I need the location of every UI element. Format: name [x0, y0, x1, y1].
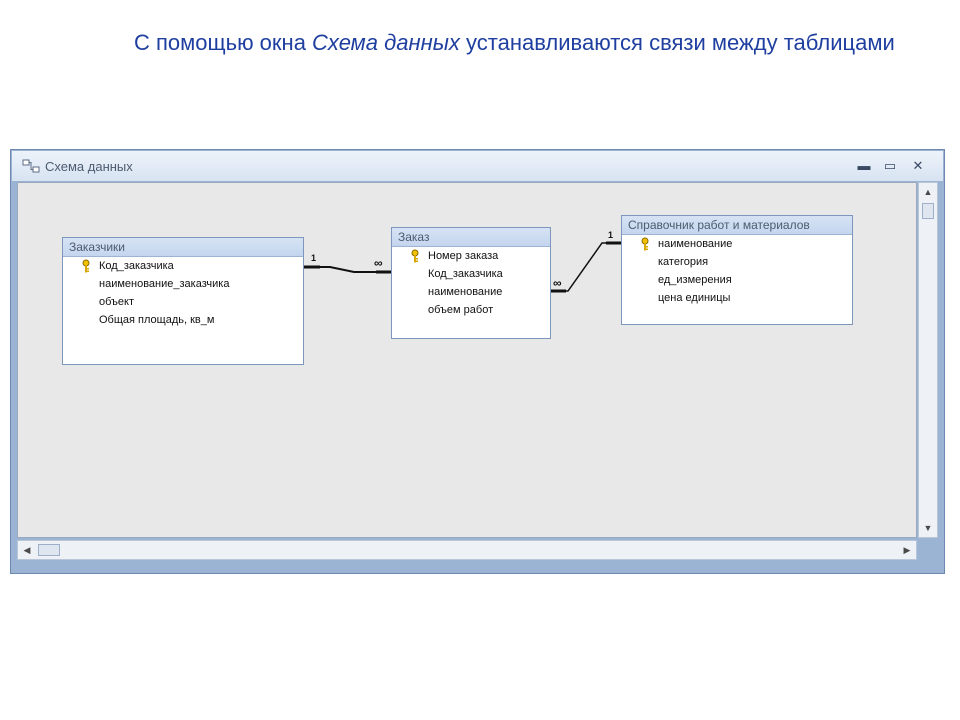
relationship-one-label-2: 1 — [608, 230, 613, 240]
primary-key-icon — [82, 259, 90, 273]
close-button[interactable]: ✕ — [909, 158, 927, 174]
field-row[interactable]: наименование — [622, 235, 852, 253]
field-name: объем работ — [428, 304, 494, 316]
field-row[interactable]: Код_заказчика — [63, 257, 303, 275]
field-row[interactable]: объект — [63, 293, 303, 311]
field-row[interactable]: цена единицы — [622, 289, 852, 307]
field-row[interactable]: наименование — [392, 283, 550, 301]
vertical-scroll-thumb[interactable] — [922, 203, 934, 219]
field-row[interactable]: объем работ — [392, 301, 550, 319]
table-catalog[interactable]: Справочник работ и материалов наименован… — [621, 215, 853, 325]
relationship-one-label-1: 1 — [311, 253, 316, 263]
table-title[interactable]: Заказчики — [63, 238, 303, 257]
relationships-window: Схема данных ▬ ▭ ✕ 1 ∞ 1 ∞ Заказчики Код… — [10, 149, 945, 574]
field-name: категория — [658, 256, 709, 268]
slide-heading: С помощью окна Схема данных устанавливаю… — [134, 28, 914, 58]
field-name: ед_измерения — [658, 274, 732, 286]
primary-key-icon — [641, 237, 649, 251]
field-name: наименование — [658, 238, 733, 250]
window-titlebar[interactable]: Схема данных ▬ ▭ ✕ — [12, 151, 943, 181]
relationship-many-label-1: ∞ — [374, 256, 383, 270]
vertical-scrollbar[interactable]: ▲ ▼ — [918, 182, 938, 538]
field-row[interactable]: ед_измерения — [622, 271, 852, 289]
table-customers[interactable]: Заказчики Код_заказчика наименование_зак… — [62, 237, 304, 365]
scroll-left-arrow-icon[interactable]: ◀ — [22, 545, 32, 555]
horizontal-scrollbar[interactable]: ◀ ▶ — [17, 540, 917, 560]
field-row[interactable]: Номер заказа — [392, 247, 550, 265]
field-name: Номер заказа — [428, 250, 499, 262]
field-row[interactable]: Общая площадь, кв_м — [63, 311, 303, 329]
relationships-icon — [22, 159, 40, 173]
table-title[interactable]: Заказ — [392, 228, 550, 247]
diagram-canvas[interactable]: 1 ∞ 1 ∞ Заказчики Код_заказчика наименов… — [17, 182, 917, 538]
relationship-many-label-2: ∞ — [553, 276, 562, 290]
field-name: Общая площадь, кв_м — [99, 314, 215, 326]
table-title[interactable]: Справочник работ и материалов — [622, 216, 852, 235]
heading-text-italic: Схема данных — [312, 30, 460, 55]
field-name: объект — [99, 296, 135, 308]
horizontal-scroll-thumb[interactable] — [38, 544, 60, 556]
field-row[interactable]: Код_заказчика — [392, 265, 550, 283]
maximize-button[interactable]: ▭ — [881, 158, 899, 174]
scroll-right-arrow-icon[interactable]: ▶ — [902, 545, 912, 555]
field-name: наименование — [428, 286, 503, 298]
heading-text-1: С помощью окна — [134, 30, 313, 55]
minimize-button[interactable]: ▬ — [855, 158, 873, 174]
field-row[interactable]: наименование_заказчика — [63, 275, 303, 293]
table-orders[interactable]: Заказ Номер заказа Код_заказчика наимено… — [391, 227, 551, 339]
primary-key-icon — [411, 249, 419, 263]
field-name: Код_заказчика — [99, 260, 174, 272]
window-title: Схема данных — [45, 159, 133, 174]
scroll-down-arrow-icon[interactable]: ▼ — [923, 523, 933, 533]
field-row[interactable]: категория — [622, 253, 852, 271]
field-name: Код_заказчика — [428, 268, 503, 280]
field-name: наименование_заказчика — [99, 278, 230, 290]
heading-text-2: устанавливаются связи между таблицами — [459, 30, 895, 55]
scroll-up-arrow-icon[interactable]: ▲ — [923, 187, 933, 197]
field-name: цена единицы — [658, 292, 731, 304]
